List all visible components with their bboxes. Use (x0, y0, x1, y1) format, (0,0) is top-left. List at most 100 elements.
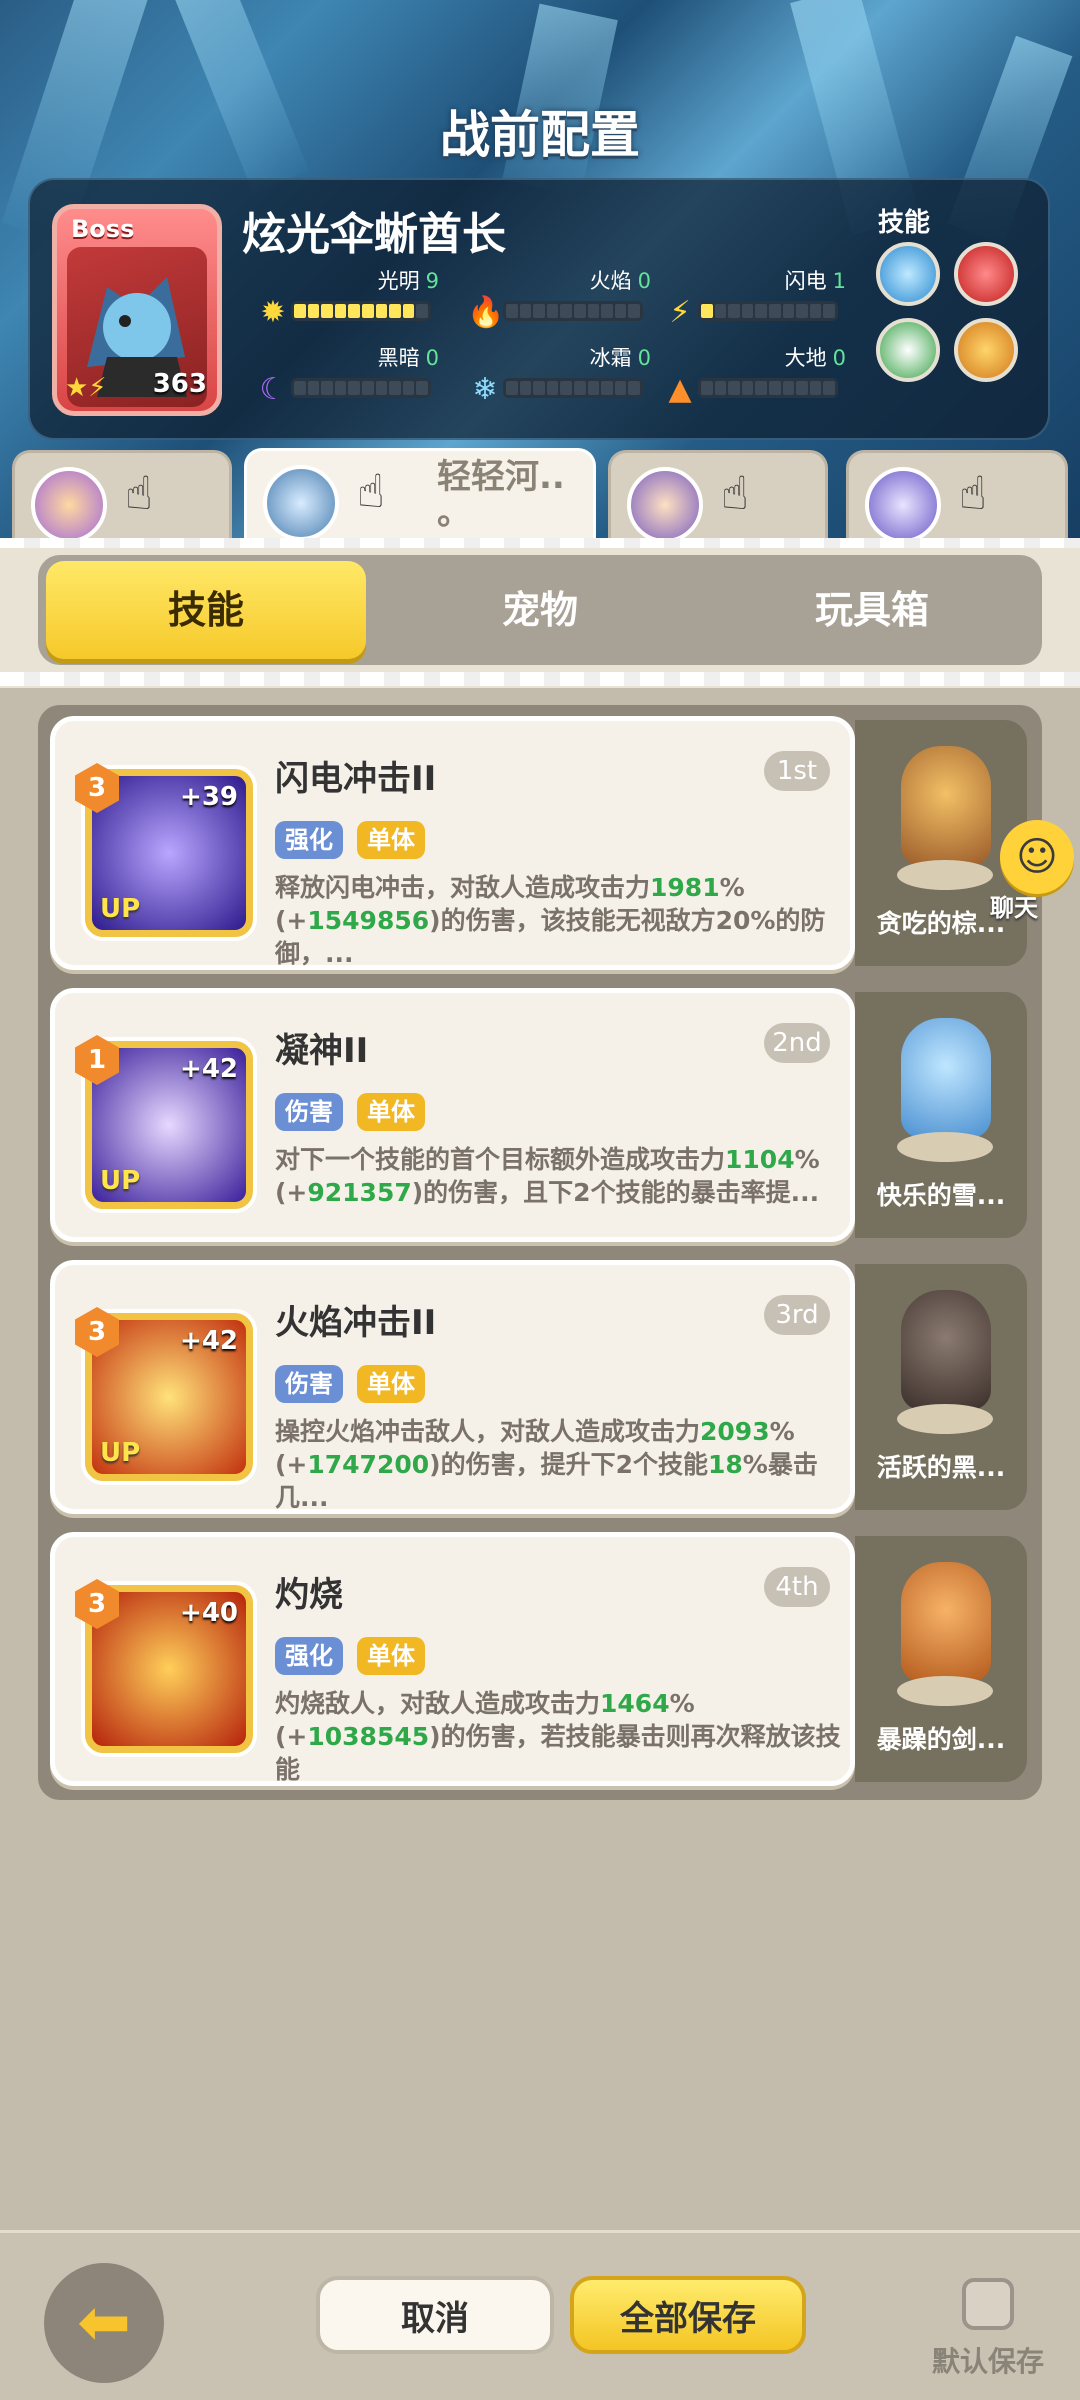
boss-skill-icon[interactable] (876, 318, 940, 382)
hero-tab-active[interactable]: ☝ 轻轻河.. 。 (244, 448, 596, 544)
element-bar-segment (796, 304, 808, 318)
boss-tag: Boss (71, 215, 135, 243)
page-title: 战前配置 (440, 106, 640, 164)
tab-toybox[interactable]: 玩具箱 (712, 561, 1032, 659)
default-save-checkbox[interactable] (962, 2278, 1014, 2330)
back-button[interactable]: ⬅ (44, 2263, 164, 2383)
boss-skill-icon[interactable] (954, 242, 1018, 306)
element-bar-segment (506, 381, 518, 395)
skill-description: 对下一个技能的首个目标额外造成攻击力1104%(+921357)的伤害，且下2个… (275, 1145, 820, 1207)
skill-name: 灼烧 (275, 1575, 343, 1615)
skill-tag: 强化 (275, 821, 343, 859)
skill-tag: 单体 (357, 1637, 425, 1675)
element-earth: 大地 0 ▲ (662, 342, 872, 412)
snow-divider (0, 672, 1080, 686)
pet-slot[interactable]: 暴躁的剑... (855, 1536, 1027, 1782)
hero-tab[interactable]: ☝ (846, 450, 1068, 543)
cancel-button[interactable]: 取消 (316, 2276, 554, 2354)
boss-skill-icon[interactable] (954, 318, 1018, 382)
tab-pets[interactable]: 宠物 (380, 561, 700, 659)
hero-tab[interactable]: ☝ (12, 450, 232, 543)
snowflake-icon: ❄ (472, 372, 498, 407)
hero-tab[interactable]: ☝ (608, 450, 828, 543)
fire-icon: 🔥 (467, 295, 505, 330)
element-bar-segment (533, 304, 545, 318)
pet-pedestal (897, 1676, 993, 1706)
element-light: 光明 9 ✹ (255, 265, 465, 335)
skill-card[interactable]: +40 3 灼烧 4th 强化 单体 灼烧敌人，对敌人造成攻击力1464%(+1… (50, 1532, 855, 1786)
skill-card[interactable]: +42 UP 1 凝神II 2nd 伤害 单体 对下一个技能的首个目标额外造成攻… (50, 988, 855, 1242)
element-lightning: 闪电 1 ⚡ (662, 265, 872, 335)
element-bar-segment (809, 304, 822, 318)
skill-description: 灼烧敌人，对敌人造成攻击力1464%(+1038545)的伤害，若技能暴击则再次… (275, 1689, 841, 1784)
skill-tag: 强化 (275, 1637, 343, 1675)
element-bar-segment (823, 381, 835, 395)
element-bar-segment (796, 381, 808, 395)
pet-slot[interactable]: 快乐的雪... (855, 992, 1027, 1238)
tab-skills[interactable]: 技能 (46, 561, 366, 659)
back-arrow-icon: ⬅ (77, 2286, 131, 2360)
skill-name: 火焰冲击II (275, 1303, 437, 1343)
element-bar-segment (587, 304, 600, 318)
element-bar-segment (601, 304, 613, 318)
element-bar-segment (307, 381, 320, 395)
element-bar-segment (361, 381, 374, 395)
element-bar-segment (375, 381, 388, 395)
skill-bonus: +42 (180, 1326, 238, 1356)
element-bar-segment (416, 304, 428, 318)
tap-hand-icon: ☝ (721, 466, 750, 520)
skill-card[interactable]: +39 UP 3 闪电冲击II 1st 强化 单体 释放闪电冲击，对敌人造成攻击… (50, 716, 855, 970)
tap-hand-icon: ☝ (125, 466, 154, 520)
element-bar (503, 378, 643, 398)
element-bar-segment (768, 381, 781, 395)
up-badge: UP (100, 1438, 141, 1468)
element-bar-segment (628, 304, 640, 318)
pet-figure (901, 746, 991, 866)
skill-rank: 1st (764, 751, 830, 791)
boss-skill-icon[interactable] (876, 242, 940, 306)
pet-pedestal (897, 860, 993, 890)
element-bar-segment (809, 381, 822, 395)
pet-name: 快乐的雪... (876, 1181, 1006, 1210)
hero-avatar (865, 467, 941, 543)
chat-label: 聊天 (990, 894, 1038, 922)
element-bar-segment (361, 304, 374, 318)
element-bar-segment (714, 304, 727, 318)
hero-avatar (263, 465, 339, 541)
element-bar-segment (334, 304, 347, 318)
hero-avatar (627, 467, 703, 543)
element-bar-segment (768, 304, 781, 318)
skill-bonus: +42 (180, 1054, 238, 1084)
boss-name: 炫光伞蜥酋长 (242, 209, 506, 260)
element-bar-segment (587, 381, 600, 395)
element-bar-segment (402, 304, 415, 318)
element-bar-segment (614, 304, 627, 318)
lightning-icon: ⚡ (669, 295, 691, 330)
boss-level: 363 (152, 369, 207, 399)
element-bar-segment (348, 304, 360, 318)
pet-name: 活跃的黑... (876, 1453, 1006, 1482)
save-all-button[interactable]: 全部保存 (570, 2276, 806, 2354)
element-bar-segment (728, 304, 740, 318)
skill-description: 释放闪电冲击，对敌人造成攻击力1981%(+1549856)的伤害，该技能无视敌… (275, 873, 826, 968)
skill-card[interactable]: +42 UP 3 火焰冲击II 3rd 伤害 单体 操控火焰冲击敌人，对敌人造成… (50, 1260, 855, 1514)
boss-portrait[interactable]: Boss ★⚡ 363 (52, 204, 222, 416)
moon-icon: ☾ (259, 372, 287, 407)
up-badge: UP (100, 1166, 141, 1196)
skill-tag: 单体 (357, 821, 425, 859)
skill-rank: 3rd (764, 1295, 830, 1335)
chat-button[interactable]: ☺ (1000, 820, 1074, 894)
element-bar-segment (741, 304, 754, 318)
element-bar-segment (573, 381, 586, 395)
boss-info-panel: Boss ★⚡ 363 炫光伞蜥酋长 光明 9 ✹ 火焰 0 🔥 闪电 1 ⚡ 黑暗 0… (28, 178, 1050, 440)
boss-element-icons: ★⚡ (65, 373, 107, 403)
skill-tag: 单体 (357, 1093, 425, 1131)
element-frost: 冰霜 0 ❄ (467, 342, 677, 412)
pet-slot[interactable]: 活跃的黑... (855, 1264, 1027, 1510)
element-bar-segment (701, 381, 713, 395)
element-bar-segment (628, 381, 640, 395)
element-bar-segment (519, 381, 532, 395)
element-bar-segment (560, 381, 572, 395)
element-bar-segment (782, 381, 795, 395)
element-bar-segment (307, 304, 320, 318)
